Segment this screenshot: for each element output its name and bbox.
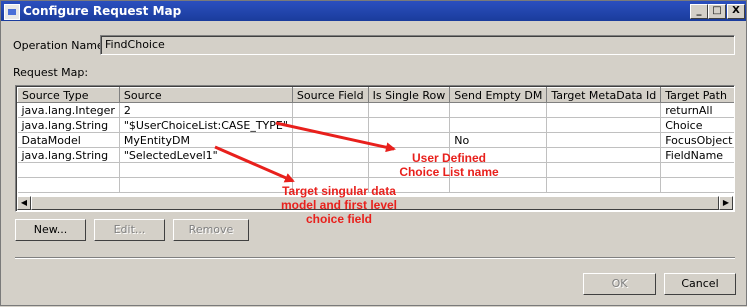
arrow-to-choice-list	[275, 121, 396, 153]
note-line: model and first level	[280, 198, 398, 212]
note-line: choice field	[305, 212, 373, 226]
note-line: User Defined	[411, 151, 487, 165]
user-defined-note: User Defined Choice List name	[379, 151, 519, 179]
note-line: Choice List name	[399, 165, 499, 179]
annotation-arrows	[214, 121, 396, 183]
arrow-to-selected-level	[214, 145, 295, 183]
note-line: Target singular data	[282, 184, 396, 198]
configure-request-map-dialog: Configure Request Map _ □ X Operation Na…	[0, 0, 747, 306]
target-singular-note: Target singular data model and first lev…	[259, 184, 419, 226]
